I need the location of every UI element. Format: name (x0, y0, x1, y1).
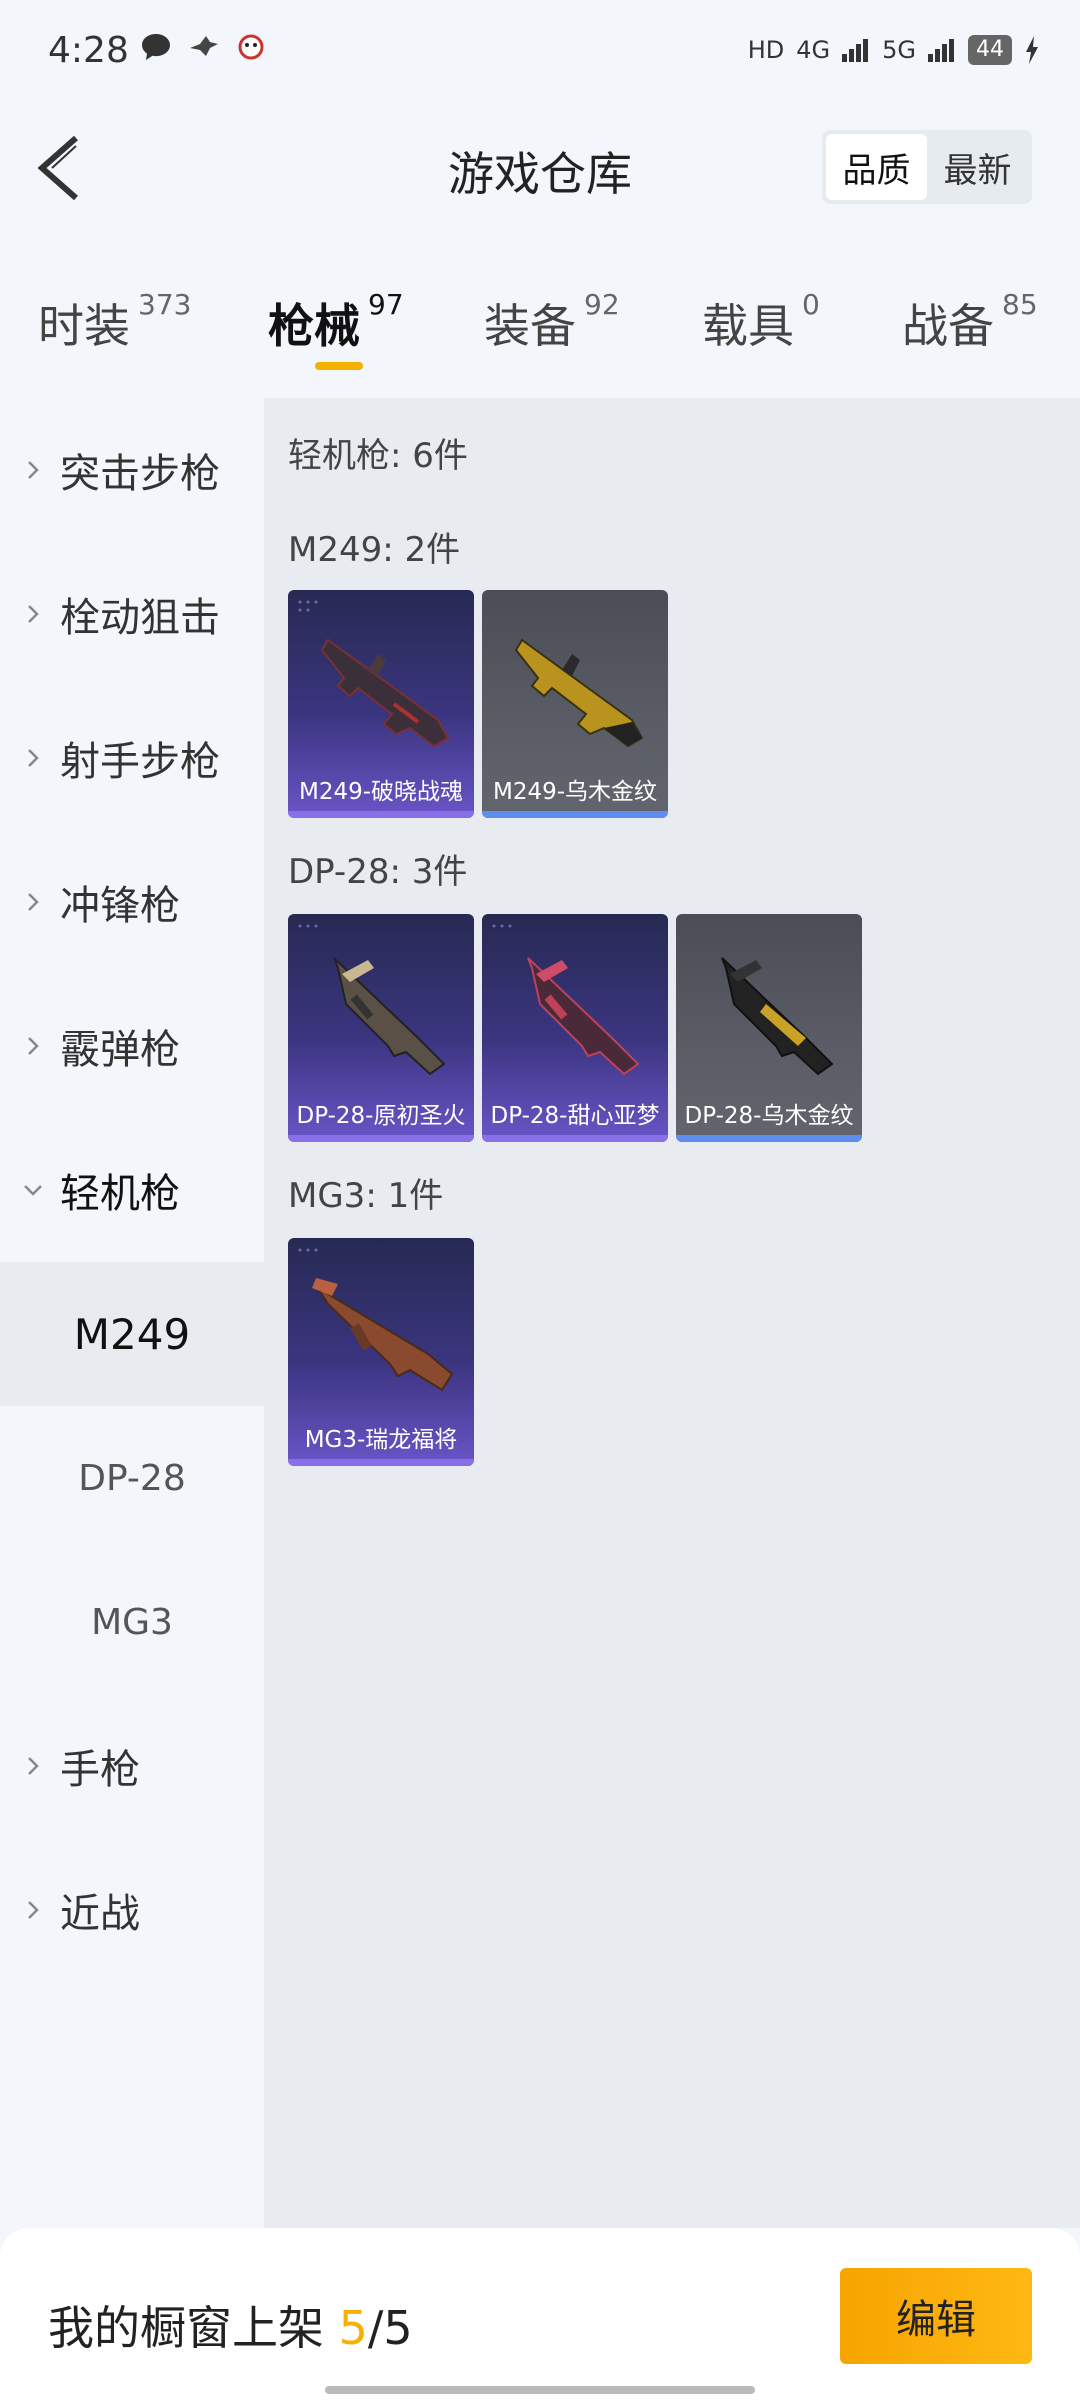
tab-label: 时装 (38, 299, 130, 353)
sidebar-item-lmg[interactable]: 轻机枪 (0, 1118, 264, 1262)
status-left-icons (140, 32, 266, 62)
showcase-status: 我的橱窗上架 5/5 (48, 2292, 413, 2358)
item-card[interactable]: M249-破晓战魂 (288, 590, 474, 818)
rarity-stripe (288, 811, 474, 818)
item-name: DP-28-甜心亚梦 (490, 1103, 660, 1129)
charging-icon (1026, 36, 1038, 64)
item-card[interactable]: M249-乌木金纹 (482, 590, 668, 818)
rarity-stripe (676, 1135, 862, 1142)
sidebar-item-pistol[interactable]: 手枪 (0, 1694, 264, 1838)
tab-label: 载具 (702, 299, 794, 353)
item-card[interactable]: DP-28-乌木金纹 (676, 914, 862, 1142)
item-name: M249-乌木金纹 (492, 779, 658, 805)
group-title: MG3: 1件 (288, 1176, 444, 1216)
lmg-rifle-icon (333, 957, 446, 1076)
tab-supplies[interactable]: 战备 85 (902, 288, 1038, 356)
sort-by-quality-button[interactable]: 品质 (826, 134, 927, 200)
sidebar-item-smg[interactable]: 冲锋枪 (0, 830, 264, 974)
sort-by-newest-button[interactable]: 最新 (927, 134, 1028, 200)
signal-4g-icon: 4G (796, 36, 831, 64)
sidebar-item-label: 冲锋枪 (60, 883, 180, 929)
sort-toggle: 品质 最新 (822, 130, 1032, 204)
item-card[interactable]: DP-28-甜心亚梦 (482, 914, 668, 1142)
showcase-total-count: 5 (383, 2301, 413, 2355)
item-grid-panel: 轻机枪: 6件 M249: 2件 M249-破晓战魂 M249-乌木金纹 DP-… (264, 398, 1080, 2228)
lmg-rifle-icon (320, 638, 450, 748)
sidebar-item-label: 霰弹枪 (60, 1027, 180, 1073)
item-name: M249-破晓战魂 (298, 779, 464, 805)
status-time: 4:28 (48, 30, 129, 71)
tab-label: 装备 (484, 299, 576, 353)
item-card[interactable]: DP-28-原初圣火 (288, 914, 474, 1142)
tab-label: 枪械 (268, 299, 360, 353)
rarity-stripe (288, 1135, 474, 1142)
chevron-right-icon (28, 1901, 39, 1919)
tab-fashion[interactable]: 时装 373 (38, 288, 192, 356)
active-tab-indicator (315, 362, 363, 370)
item-card[interactable]: MG3-瑞龙福将 (288, 1238, 474, 1466)
chevron-right-icon (28, 1757, 39, 1775)
sidebar-item-label: 栓动狙击 (60, 595, 220, 641)
group-title: DP-28: 3件 (288, 852, 468, 892)
chevron-right-icon (28, 1037, 39, 1055)
item-name: DP-28-原初圣火 (296, 1103, 466, 1129)
showcase-separator: / (367, 2301, 384, 2355)
category-sidebar: 突击步枪 栓动狙击 射手步枪 冲锋枪 霰弹枪 轻机枪 M249 DP-28 MG… (0, 398, 264, 2228)
section-total: 轻机枪: 6件 (288, 436, 468, 476)
lmg-rifle-icon (312, 1278, 454, 1392)
sidebar-subitem-dp28[interactable]: DP-28 (0, 1406, 264, 1550)
sidebar-item-label: 轻机枪 (60, 1171, 180, 1217)
sidebar-item-label: 手枪 (60, 1747, 140, 1793)
tab-equipment[interactable]: 装备 92 (484, 288, 620, 356)
home-indicator[interactable] (325, 2386, 755, 2394)
tab-count: 373 (138, 288, 192, 321)
signal-5g-icon: 5G (882, 36, 916, 64)
sidebar-item-assault-rifle[interactable]: 突击步枪 (0, 398, 264, 542)
showcase-current-count: 5 (338, 2301, 368, 2355)
rarity-stripe (288, 1459, 474, 1466)
hd-icon: HD (747, 36, 785, 64)
battery-icon: 44 (968, 35, 1012, 65)
tab-count: 0 (802, 288, 820, 321)
lmg-rifle-icon (721, 957, 834, 1076)
chevron-down-icon (24, 1185, 42, 1196)
sidebar-subitem-m249[interactable]: M249 (0, 1262, 264, 1406)
sidebar-item-label: 近战 (60, 1891, 140, 1937)
sidebar-item-label: 突击步枪 (60, 451, 220, 497)
lmg-rifle-icon (527, 957, 640, 1076)
sidebar-item-shotgun[interactable]: 霰弹枪 (0, 974, 264, 1118)
category-tabs: 时装 373 枪械 97 装备 92 载具 0 战备 85 (0, 288, 1080, 390)
tab-label: 战备 (902, 299, 994, 353)
status-right-icons: HD 4G 5G 44 (748, 32, 1040, 68)
showcase-bar: 我的橱窗上架 5/5 编辑 (0, 2228, 1080, 2400)
item-name: DP-28-乌木金纹 (684, 1103, 854, 1129)
bird-icon (190, 36, 218, 56)
tab-count: 85 (1002, 288, 1038, 321)
sidebar-subitem-mg3[interactable]: MG3 (0, 1550, 264, 1694)
showcase-label: 我的橱窗上架 (48, 2301, 324, 2355)
tab-vehicles[interactable]: 载具 0 (702, 288, 820, 356)
signal-bars-icon (842, 39, 869, 62)
rarity-stripe (482, 1135, 668, 1142)
sidebar-item-bolt-sniper[interactable]: 栓动狙击 (0, 542, 264, 686)
sidebar-item-label: 射手步枪 (60, 739, 220, 785)
chevron-right-icon (28, 749, 39, 767)
lmg-rifle-icon (514, 638, 644, 748)
tab-count: 92 (584, 288, 620, 321)
rarity-stripe (482, 811, 668, 818)
game-mascot-icon (238, 34, 264, 60)
chevron-right-icon (28, 461, 39, 479)
tab-count: 97 (368, 288, 404, 321)
signal-bars-icon (928, 39, 954, 62)
chevron-right-icon (28, 605, 39, 623)
edit-button[interactable]: 编辑 (840, 2268, 1032, 2364)
group-title: M249: 2件 (288, 530, 461, 570)
chevron-right-icon (28, 893, 39, 911)
chat-bubble-icon (142, 34, 170, 60)
tab-firearms[interactable]: 枪械 97 (268, 288, 404, 356)
sidebar-item-melee[interactable]: 近战 (0, 1838, 264, 1982)
sidebar-item-marksman-rifle[interactable]: 射手步枪 (0, 686, 264, 830)
status-bar: 4:28 HD 4G 5G 44 (0, 0, 1080, 105)
item-name: MG3-瑞龙福将 (304, 1427, 458, 1453)
